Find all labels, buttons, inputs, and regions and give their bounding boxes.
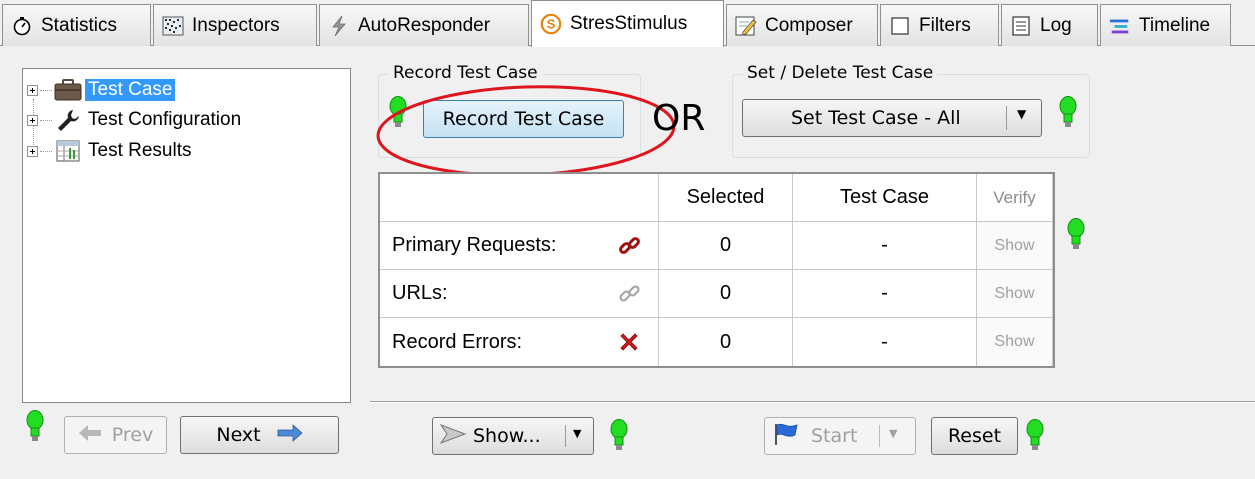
- dropdown-divider: [879, 425, 880, 447]
- dropdown-divider: [1006, 106, 1007, 130]
- show-label: Show...: [473, 425, 541, 447]
- stopwatch-icon: [11, 15, 33, 37]
- tab-stresstimulus[interactable]: S StresStimulus: [531, 0, 724, 47]
- tab-label: Statistics: [41, 14, 118, 36]
- table-row: URLs:: [380, 270, 659, 318]
- show-button[interactable]: Show: [977, 318, 1053, 366]
- tree-dots: [40, 89, 52, 91]
- tab-inspectors[interactable]: Inspectors: [153, 4, 317, 46]
- show-button[interactable]: Show: [977, 222, 1053, 270]
- tab-log[interactable]: Log: [1001, 4, 1098, 46]
- inspectors-icon: [162, 15, 184, 37]
- group-title: Set / Delete Test Case: [743, 63, 938, 83]
- chain-link-gray-icon: [618, 282, 642, 312]
- test-case-value: -: [793, 270, 977, 318]
- tree-dots: [40, 150, 52, 152]
- svg-text:S: S: [547, 17, 556, 32]
- tree-label: Test Configuration: [88, 109, 242, 130]
- selected-value: 0: [659, 222, 793, 270]
- bulb-icon: [1059, 96, 1077, 127]
- start-label: Start: [811, 425, 858, 447]
- briefcase-icon: [54, 78, 82, 102]
- chevron-down-icon[interactable]: ▼: [1017, 107, 1026, 121]
- timeline-icon: [1109, 15, 1131, 37]
- stresstimulus-panel: Test Case Test Configuration Test Result…: [0, 46, 1255, 479]
- dropdown-label: Set Test Case - All: [791, 107, 961, 129]
- tab-label: Timeline: [1139, 14, 1211, 36]
- prev-button[interactable]: Prev: [64, 416, 167, 454]
- tab-composer[interactable]: Composer: [726, 4, 878, 46]
- tab-label: Inspectors: [192, 14, 280, 36]
- tab-label: Log: [1040, 14, 1072, 36]
- pencil-icon: [735, 15, 757, 37]
- checkbox-icon: [889, 15, 911, 37]
- tab-strip: Statistics Inspectors AutoResponder S St…: [0, 0, 1255, 47]
- next-button[interactable]: Next: [180, 416, 339, 454]
- lightning-icon: [328, 15, 350, 37]
- bulb-icon: [26, 410, 44, 441]
- tree-item-test-configuration[interactable]: Test Configuration: [27, 107, 244, 133]
- row-label: Record Errors:: [392, 330, 523, 353]
- chevron-down-icon[interactable]: ▼: [573, 427, 581, 440]
- log-icon: [1010, 15, 1032, 37]
- bulb-icon: [1067, 218, 1085, 249]
- header-test-case: Test Case: [793, 174, 977, 222]
- selected-value: 0: [659, 318, 793, 366]
- tree-item-test-results[interactable]: Test Results: [27, 138, 194, 164]
- header-selected: Selected: [659, 174, 793, 222]
- header-verify: Verify: [977, 174, 1053, 222]
- expand-icon[interactable]: [27, 84, 38, 96]
- tab-label: Composer: [765, 14, 853, 36]
- tree-item-test-case[interactable]: Test Case: [27, 77, 176, 103]
- arrow-left-icon: [78, 424, 102, 447]
- tree-dots: [40, 119, 52, 121]
- show-button[interactable]: Show: [977, 270, 1053, 318]
- test-case-summary-table: Selected Test Case Verify Primary Reques…: [378, 172, 1055, 368]
- next-label: Next: [216, 424, 261, 446]
- flag-icon: [773, 422, 799, 451]
- arrow-right-icon: [277, 423, 303, 447]
- highlight-ellipse: [376, 85, 676, 177]
- expand-icon[interactable]: [27, 145, 38, 157]
- chain-link-icon: [618, 234, 642, 264]
- wrench-icon: [54, 108, 82, 132]
- stresstimulus-icon: S: [540, 13, 562, 35]
- test-case-value: -: [793, 318, 977, 366]
- tab-autoresponder[interactable]: AutoResponder: [319, 4, 529, 46]
- tab-filters[interactable]: Filters: [880, 4, 999, 46]
- bulb-icon: [610, 419, 628, 450]
- row-label: Primary Requests:: [392, 234, 557, 256]
- tab-label: Filters: [919, 14, 971, 36]
- bulb-icon: [1026, 419, 1044, 450]
- chevron-down-icon[interactable]: ▼: [889, 427, 897, 440]
- start-button[interactable]: Start ▼: [764, 417, 916, 455]
- table-row: Record Errors:: [380, 318, 659, 366]
- expand-icon[interactable]: [27, 114, 38, 126]
- tab-timeline[interactable]: Timeline: [1100, 4, 1231, 46]
- dropdown-divider: [565, 425, 566, 447]
- table-row: Primary Requests:: [380, 222, 659, 270]
- prev-label: Prev: [111, 424, 154, 446]
- show-dropdown-button[interactable]: Show... ▼: [432, 417, 594, 455]
- separator: [370, 401, 1255, 403]
- reset-button[interactable]: Reset: [931, 417, 1018, 455]
- test-case-value: -: [793, 222, 977, 270]
- selected-value: 0: [659, 270, 793, 318]
- results-table-icon: [54, 139, 82, 163]
- header-blank: [380, 174, 659, 222]
- tab-statistics[interactable]: Statistics: [2, 4, 151, 46]
- tree-label: Test Case: [85, 79, 176, 101]
- tree-label: Test Results: [88, 140, 192, 161]
- row-label: URLs:: [392, 282, 448, 304]
- red-x-icon: [618, 331, 640, 359]
- tab-label: AutoResponder: [358, 14, 491, 36]
- tab-label: StresStimulus: [570, 13, 688, 34]
- test-tree[interactable]: Test Case Test Configuration Test Result…: [22, 68, 351, 403]
- or-label: OR: [652, 98, 706, 139]
- set-test-case-dropdown[interactable]: Set Test Case - All ▼: [742, 99, 1042, 137]
- send-icon: [439, 423, 467, 450]
